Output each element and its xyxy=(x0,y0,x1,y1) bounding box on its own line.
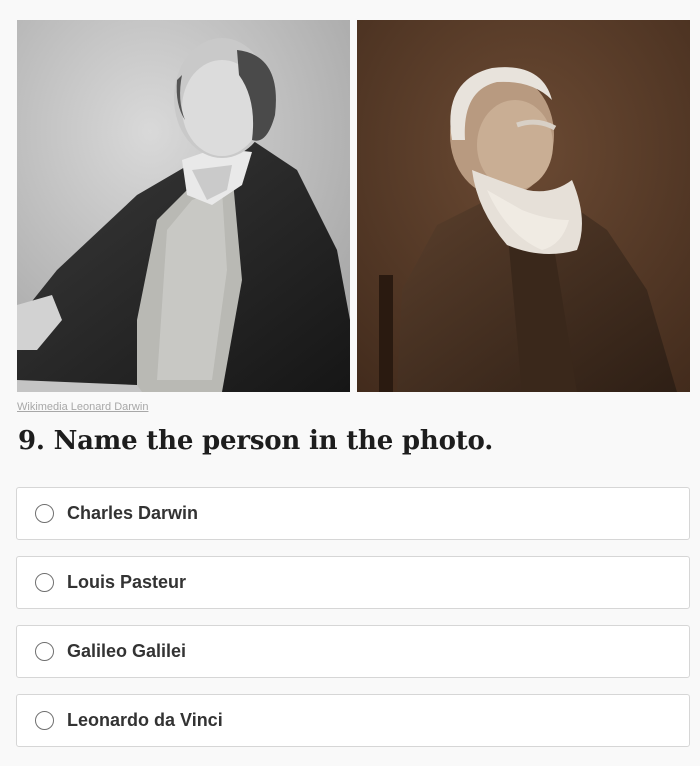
radio-circle-icon[interactable] xyxy=(35,711,54,730)
quiz-page: Wikimedia Leonard Darwin 9. Name the per… xyxy=(0,0,700,766)
photo-credit-link[interactable]: Wikimedia Leonard Darwin xyxy=(17,401,148,413)
photo-pair xyxy=(17,20,690,392)
answer-option-label: Leonardo da Vinci xyxy=(67,710,223,730)
answer-option-galileo-galilei[interactable]: Galileo Galilei xyxy=(16,625,690,678)
answer-option-charles-darwin[interactable]: Charles Darwin xyxy=(16,487,690,540)
radio-circle-icon[interactable] xyxy=(35,504,54,523)
answer-option-louis-pasteur[interactable]: Louis Pasteur xyxy=(16,556,690,609)
radio-circle-icon[interactable] xyxy=(35,642,54,661)
answer-option-leonardo-da-vinci[interactable]: Leonardo da Vinci xyxy=(16,694,690,747)
radio-circle-icon[interactable] xyxy=(35,573,54,592)
portrait-photo-old xyxy=(357,20,690,392)
portrait-photo-young xyxy=(17,20,350,392)
answer-option-label: Galileo Galilei xyxy=(67,641,187,661)
answer-option-label: Charles Darwin xyxy=(67,503,199,523)
question-title: 9. Name the person in the photo. xyxy=(18,426,494,456)
answer-option-label: Louis Pasteur xyxy=(67,572,187,592)
